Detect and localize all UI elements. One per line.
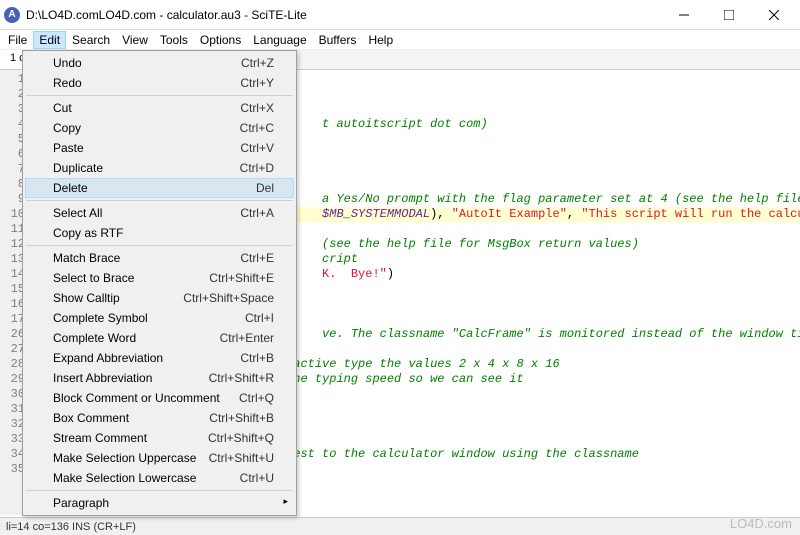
menu-item-make-selection-uppercase[interactable]: Make Selection UppercaseCtrl+Shift+U [25,448,294,468]
menu-item-copy[interactable]: CopyCtrl+C [25,118,294,138]
titlebar: A D:\LO4D.comLO4D.com - calculator.au3 -… [0,0,800,30]
menu-separator [26,490,293,491]
menu-item-duplicate[interactable]: DuplicateCtrl+D [25,158,294,178]
menu-item-redo[interactable]: RedoCtrl+Y [25,73,294,93]
menu-separator [26,200,293,201]
menu-item-paragraph[interactable]: Paragraph [25,493,294,513]
menu-item-select-to-brace[interactable]: Select to BraceCtrl+Shift+E [25,268,294,288]
menu-item-insert-abbreviation[interactable]: Insert AbbreviationCtrl+Shift+R [25,368,294,388]
menu-edit[interactable]: Edit [33,31,66,49]
menubar: File Edit Search View Tools Options Lang… [0,30,800,50]
menu-language[interactable]: Language [247,31,312,49]
watermark: LO4D.com [730,516,792,531]
close-button[interactable] [751,1,796,29]
minimize-button[interactable] [661,1,706,29]
menu-item-box-comment[interactable]: Box CommentCtrl+Shift+B [25,408,294,428]
menu-file[interactable]: File [2,31,33,49]
menu-separator [26,95,293,96]
menu-item-show-calltip[interactable]: Show CalltipCtrl+Shift+Space [25,288,294,308]
edit-menu-dropdown: UndoCtrl+ZRedoCtrl+YCutCtrl+XCopyCtrl+CP… [22,50,297,516]
menu-item-undo[interactable]: UndoCtrl+Z [25,53,294,73]
window-title: D:\LO4D.comLO4D.com - calculator.au3 - S… [26,8,661,22]
menu-options[interactable]: Options [194,31,247,49]
menu-view[interactable]: View [116,31,154,49]
menu-separator [26,245,293,246]
menu-item-expand-abbreviation[interactable]: Expand AbbreviationCtrl+B [25,348,294,368]
menu-tools[interactable]: Tools [154,31,194,49]
menu-item-copy-as-rtf[interactable]: Copy as RTF [25,223,294,243]
menu-item-delete[interactable]: DeleteDel [25,178,294,198]
menu-item-make-selection-lowercase[interactable]: Make Selection LowercaseCtrl+U [25,468,294,488]
menu-help[interactable]: Help [362,31,399,49]
menu-item-cut[interactable]: CutCtrl+X [25,98,294,118]
menu-item-match-brace[interactable]: Match BraceCtrl+E [25,248,294,268]
menu-buffers[interactable]: Buffers [313,31,363,49]
menu-item-paste[interactable]: PasteCtrl+V [25,138,294,158]
statusbar: li=14 co=136 INS (CR+LF) [0,517,800,535]
maximize-button[interactable] [706,1,751,29]
menu-item-select-all[interactable]: Select AllCtrl+A [25,203,294,223]
menu-item-complete-symbol[interactable]: Complete SymbolCtrl+I [25,308,294,328]
menu-search[interactable]: Search [66,31,116,49]
menu-item-stream-comment[interactable]: Stream CommentCtrl+Shift+Q [25,428,294,448]
menu-item-block-comment-or-uncomment[interactable]: Block Comment or UncommentCtrl+Q [25,388,294,408]
menu-item-complete-word[interactable]: Complete WordCtrl+Enter [25,328,294,348]
app-icon: A [4,7,20,23]
